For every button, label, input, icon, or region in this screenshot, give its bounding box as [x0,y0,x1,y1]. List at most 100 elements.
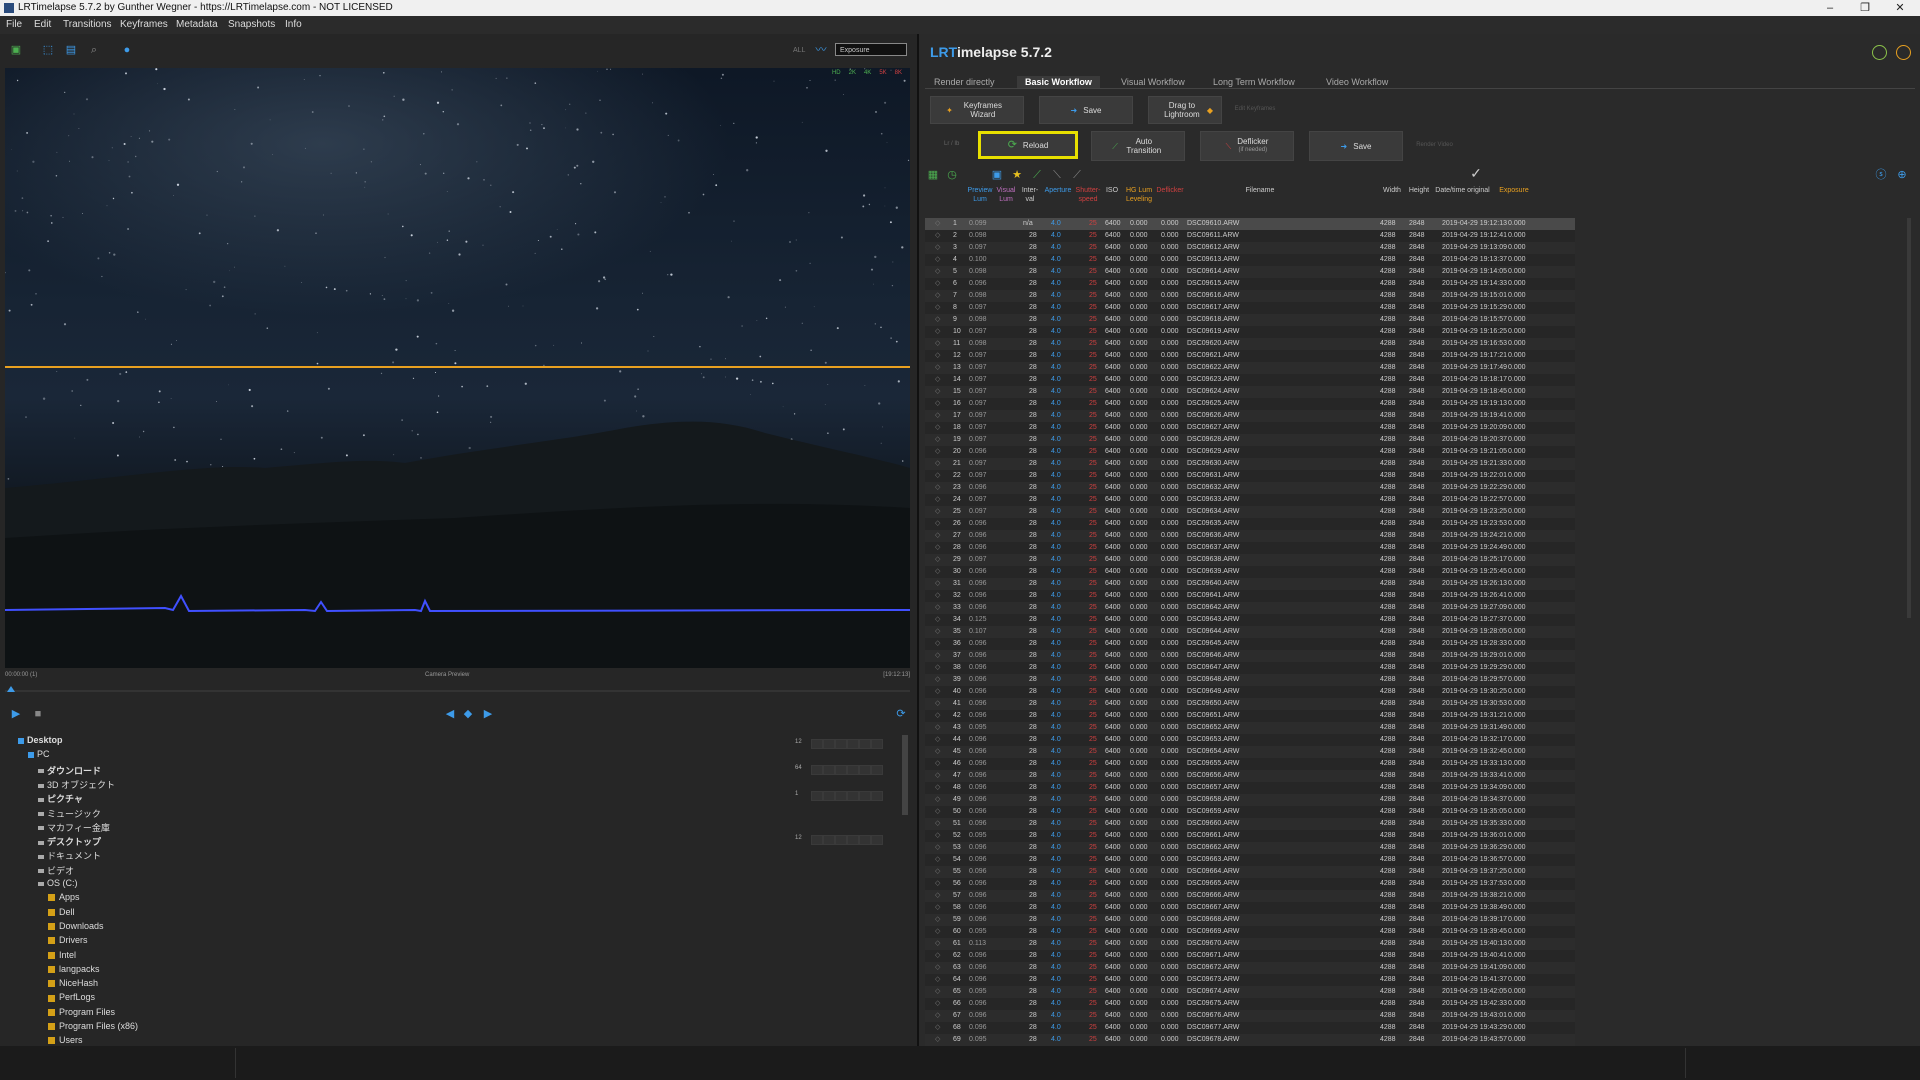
tree-item[interactable]: Users [48,1035,83,1045]
zoom-icon[interactable]: ⌕ [88,44,100,56]
table-row[interactable]: ◇ 33 0.096 28 4.0 25 6400 0.000 0.000 DSC09642.AR… [925,602,1575,614]
thumbnail[interactable] [847,791,859,801]
export-icon[interactable]: ▣ [991,169,1003,181]
table-row[interactable]: ◇ 3 0.097 28 4.0 25 6400 0.000 0.000 DSC09612.ARW… [925,242,1575,254]
curve-field-select[interactable]: Exposure [835,43,907,56]
table-row[interactable]: ◇ 28 0.096 28 4.0 25 6400 0.000 0.000 DSC09637.AR… [925,542,1575,554]
table-row[interactable]: ◇ 19 0.097 28 4.0 25 6400 0.000 0.000 DSC09628.AR… [925,434,1575,446]
table-row[interactable]: ◇ 42 0.096 28 4.0 25 6400 0.000 0.000 DSC09651.AR… [925,710,1575,722]
tree-scrollbar[interactable] [902,735,908,815]
maximize-button[interactable]: ❐ [1850,0,1880,16]
table-row[interactable]: ◇ 16 0.097 28 4.0 25 6400 0.000 0.000 DSC09625.AR… [925,398,1575,410]
table-row[interactable]: ◇ 63 0.096 28 4.0 25 6400 0.000 0.000 DSC09672.AR… [925,962,1575,974]
keyframe-next-icon[interactable]: ▶ [482,708,494,720]
thumbnail[interactable] [847,739,859,749]
thumbnail[interactable] [835,791,847,801]
table-row[interactable]: ◇ 51 0.096 28 4.0 25 6400 0.000 0.000 DSC09660.AR… [925,818,1575,830]
table-row[interactable]: ◇ 66 0.096 28 4.0 25 6400 0.000 0.000 DSC09675.AR… [925,998,1575,1010]
table-row[interactable]: ◇ 46 0.096 28 4.0 25 6400 0.000 0.000 DSC09655.AR… [925,758,1575,770]
info-icon[interactable]: ⓢ [1875,169,1887,181]
table-row[interactable]: ◇ 47 0.096 28 4.0 25 6400 0.000 0.000 DSC09656.AR… [925,770,1575,782]
keyframes-wizard-button[interactable]: ✦ Keyframes Wizard [930,96,1024,124]
thumbnail[interactable] [823,791,835,801]
column-header[interactable]: Height [1407,186,1431,195]
table-row[interactable]: ◇ 55 0.096 28 4.0 25 6400 0.000 0.000 DSC09664.AR… [925,866,1575,878]
thumbnail[interactable] [871,791,883,801]
table-row[interactable]: ◇ 41 0.096 28 4.0 25 6400 0.000 0.000 DSC09650.AR… [925,698,1575,710]
tree-item[interactable]: Apps [48,892,80,902]
table-row[interactable]: ◇ 26 0.096 28 4.0 25 6400 0.000 0.000 DSC09635.AR… [925,518,1575,530]
column-header[interactable]: Shutter-speed [1073,186,1103,204]
table-row[interactable]: ◇ 56 0.096 28 4.0 25 6400 0.000 0.000 DSC09665.AR… [925,878,1575,890]
timeline-track[interactable] [5,686,910,692]
thumbnail[interactable] [859,765,871,775]
tab-long-term-workflow[interactable]: Long Term Workflow [1205,76,1303,88]
add-column-icon[interactable]: ⊕ [1896,169,1908,181]
table-row[interactable]: ◇ 22 0.097 28 4.0 25 6400 0.000 0.000 DSC09631.AR… [925,470,1575,482]
thumbnail[interactable] [859,835,871,845]
table-row[interactable]: ◇ 65 0.095 28 4.0 25 6400 0.000 0.000 DSC09674.AR… [925,986,1575,998]
deflicker-small-icon[interactable]: ⟍ [1051,169,1063,181]
thumbnail[interactable] [811,791,823,801]
table-row[interactable]: ◇ 52 0.095 28 4.0 25 6400 0.000 0.000 DSC09661.AR… [925,830,1575,842]
tree-item[interactable]: Program Files (x86) [48,1021,138,1031]
menu-file[interactable]: File [6,16,22,34]
table-row[interactable]: ◇ 49 0.096 28 4.0 25 6400 0.000 0.000 DSC09658.AR… [925,794,1575,806]
image-table[interactable]: ◇ 1 0.099 n/a 4.0 25 6400 0.000 0.000 DSC09610.AR… [925,218,1575,1046]
thumbnail[interactable] [811,739,823,749]
splitter[interactable] [917,34,919,1046]
table-row[interactable]: ◇ 60 0.095 28 4.0 25 6400 0.000 0.000 DSC09669.AR… [925,926,1575,938]
tree-item[interactable]: 3D オブジェクト [38,778,115,791]
license-icon[interactable] [1896,45,1911,60]
checkmark-icon[interactable]: ✓ [1470,166,1482,180]
tab-render-directly[interactable]: Render directly [926,76,1003,88]
timeline-handle[interactable] [7,686,15,692]
deflicker-button[interactable]: ⟍ Deflicker (if needed) [1200,131,1294,161]
table-row[interactable]: ◇ 40 0.096 28 4.0 25 6400 0.000 0.000 DSC09649.AR… [925,686,1575,698]
image-preview[interactable]: HD 2K 4K 5K 8K [5,68,910,668]
menu-metadata[interactable]: Metadata [176,16,218,34]
table-row[interactable]: ◇ 50 0.096 28 4.0 25 6400 0.000 0.000 DSC09659.AR… [925,806,1575,818]
thumbnail[interactable] [823,835,835,845]
column-header[interactable]: Preview Lum [967,186,993,204]
stop-icon[interactable]: ■ [32,708,44,720]
tree-item[interactable]: Dell [48,907,75,917]
tree-item[interactable]: Desktop [18,735,63,745]
thumbnail[interactable] [823,765,835,775]
table-row[interactable]: ◇ 31 0.096 28 4.0 25 6400 0.000 0.000 DSC09640.AR… [925,578,1575,590]
table-row[interactable]: ◇ 53 0.096 28 4.0 25 6400 0.000 0.000 DSC09662.AR… [925,842,1575,854]
table-row[interactable]: ◇ 29 0.097 28 4.0 25 6400 0.000 0.000 DSC09638.AR… [925,554,1575,566]
table-row[interactable]: ◇ 9 0.098 28 4.0 25 6400 0.000 0.000 DSC09618.ARW… [925,314,1575,326]
tree-item[interactable]: デスクトップ [38,835,101,848]
menu-keyframes[interactable]: Keyframes [120,16,168,34]
menu-edit[interactable]: Edit [34,16,51,34]
image-icon[interactable]: ▤ [65,44,77,56]
keyframe-prev-icon[interactable]: ◀ [444,708,456,720]
tree-item[interactable]: マカフィー金庫 [38,821,110,834]
refresh-icon[interactable]: ⟳ [895,708,907,720]
table-row[interactable]: ◇ 8 0.097 28 4.0 25 6400 0.000 0.000 DSC09617.ARW… [925,302,1575,314]
table-row[interactable]: ◇ 34 0.125 28 4.0 25 6400 0.000 0.000 DSC09643.AR… [925,614,1575,626]
tab-visual-workflow[interactable]: Visual Workflow [1113,76,1193,88]
table-row[interactable]: ◇ 15 0.097 28 4.0 25 6400 0.000 0.000 DSC09624.AR… [925,386,1575,398]
table-row[interactable]: ◇ 38 0.096 28 4.0 25 6400 0.000 0.000 DSC09647.AR… [925,662,1575,674]
tree-item[interactable]: ドキュメント [38,849,101,862]
close-button[interactable]: ✕ [1885,0,1915,16]
tab-basic-workflow[interactable]: Basic Workflow [1017,76,1100,88]
thumbnail[interactable] [871,765,883,775]
table-row[interactable]: ◇ 48 0.096 28 4.0 25 6400 0.000 0.000 DSC09657.AR… [925,782,1575,794]
thumbnail[interactable] [871,835,883,845]
table-row[interactable]: ◇ 35 0.107 28 4.0 25 6400 0.000 0.000 DSC09644.AR… [925,626,1575,638]
table-row[interactable]: ◇ 13 0.097 28 4.0 25 6400 0.000 0.000 DSC09622.AR… [925,362,1575,374]
tree-item[interactable]: ピクチャ [38,792,83,805]
auto-transition-button[interactable]: ⟋ Auto Transition [1091,131,1185,161]
tree-item[interactable]: PC [28,749,50,759]
tree-item[interactable]: Intel [48,950,76,960]
table-row[interactable]: ◇ 6 0.096 28 4.0 25 6400 0.000 0.000 DSC09615.ARW… [925,278,1575,290]
transition-small-icon[interactable]: ⟋ [1031,169,1043,181]
tree-item[interactable]: PerfLogs [48,992,95,1002]
play-icon[interactable]: ▶ [10,708,22,720]
save-metadata-button[interactable]: ➜ Save [1039,96,1133,124]
table-row[interactable]: ◇ 14 0.097 28 4.0 25 6400 0.000 0.000 DSC09623.AR… [925,374,1575,386]
history-icon[interactable]: ◷ [946,169,958,181]
